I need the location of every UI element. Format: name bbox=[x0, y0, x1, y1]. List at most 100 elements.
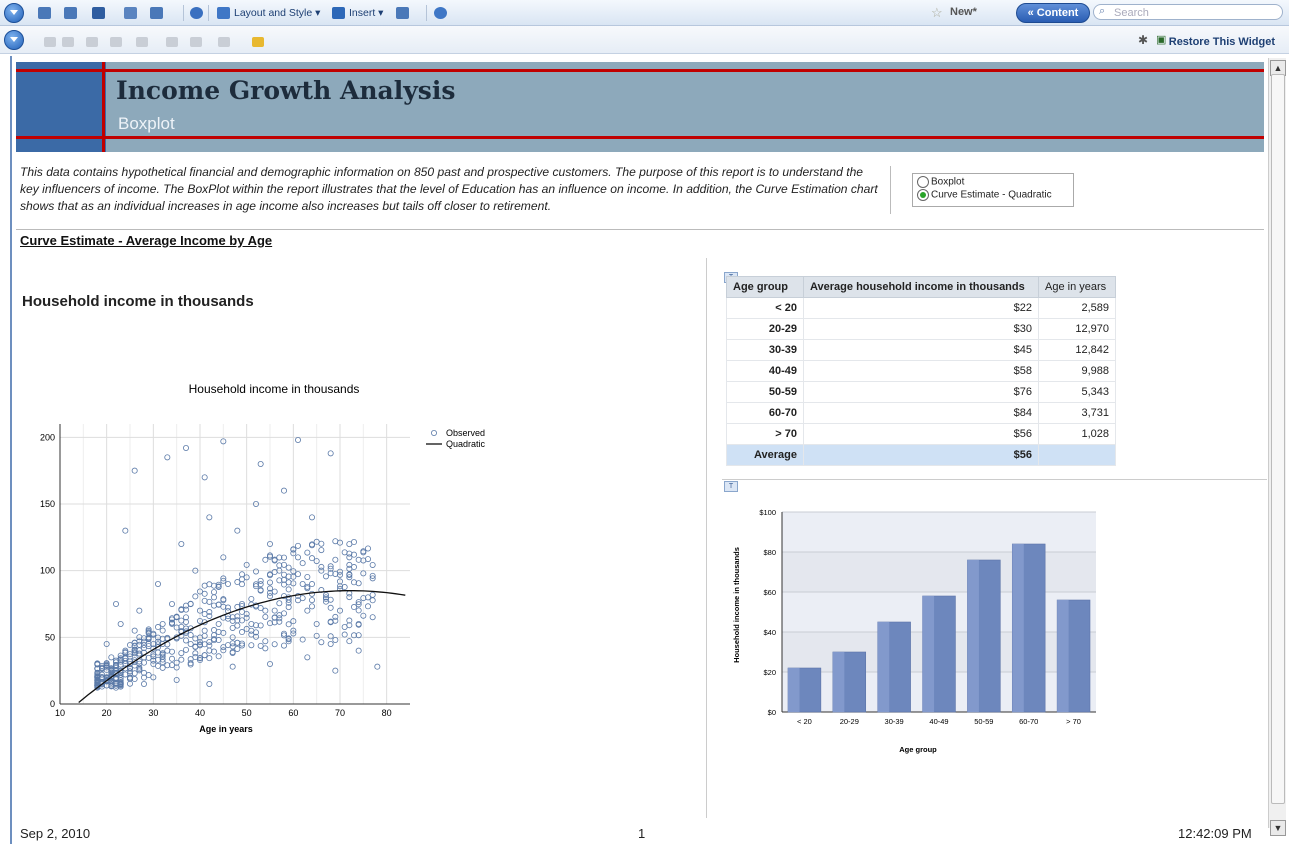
x-tick-label: 10 bbox=[55, 708, 65, 718]
save-icon[interactable] bbox=[92, 7, 105, 19]
observed-point bbox=[154, 580, 161, 587]
divider bbox=[706, 258, 707, 818]
observed-point bbox=[369, 597, 376, 604]
x-tick-label: 50-59 bbox=[974, 717, 993, 726]
observed-point bbox=[182, 637, 189, 644]
observed-point bbox=[271, 607, 278, 614]
x-tick-label: > 70 bbox=[1066, 717, 1081, 726]
calculation-icon[interactable] bbox=[190, 37, 202, 47]
y-tick-label: 200 bbox=[40, 432, 55, 442]
observed-point bbox=[304, 607, 311, 614]
table-icon[interactable] bbox=[166, 37, 178, 47]
observed-point bbox=[164, 454, 171, 461]
observed-point bbox=[229, 643, 236, 650]
observed-point bbox=[136, 607, 143, 614]
observed-point bbox=[285, 586, 292, 593]
vertical-scrollbar[interactable]: ▲ ▼ bbox=[1268, 58, 1286, 836]
help-icon[interactable] bbox=[434, 7, 447, 19]
restore-widget-link[interactable]: Restore This Widget bbox=[1169, 36, 1275, 48]
table-cell: Average bbox=[726, 444, 804, 466]
observed-point bbox=[229, 624, 236, 631]
y-tick-label: 150 bbox=[40, 499, 55, 509]
bar-highlight bbox=[877, 622, 890, 712]
table-cell: $56 bbox=[803, 444, 1039, 466]
radio-curve-estimate[interactable]: Curve Estimate - Quadratic bbox=[917, 189, 1052, 201]
observed-point bbox=[350, 551, 357, 558]
scroll-thumb[interactable] bbox=[1271, 74, 1285, 804]
observed-point bbox=[187, 600, 194, 607]
observed-point bbox=[210, 627, 217, 634]
share-icon[interactable] bbox=[396, 7, 409, 19]
sort-icon[interactable] bbox=[110, 37, 122, 47]
refresh-icon[interactable] bbox=[190, 7, 203, 19]
gear-icon[interactable]: ✱ bbox=[1138, 33, 1148, 47]
radio-selected-icon bbox=[917, 189, 929, 201]
table-row: 40-49 $58 9,988 bbox=[726, 360, 1116, 382]
divider bbox=[16, 229, 1264, 230]
undo-icon[interactable] bbox=[44, 37, 56, 47]
banner-rule-vertical bbox=[102, 62, 105, 152]
restore-icon: ▣ bbox=[1156, 34, 1167, 46]
export-icon[interactable] bbox=[150, 7, 163, 19]
insert-menu[interactable]: Insert ▾ bbox=[349, 7, 383, 19]
x-axis-label: Age group bbox=[899, 745, 937, 754]
chart-toggle-icon[interactable]: T bbox=[724, 481, 738, 492]
folder-icon[interactable] bbox=[64, 7, 77, 19]
observed-point bbox=[350, 579, 357, 586]
observed-point bbox=[122, 527, 129, 534]
y-tick-label: $20 bbox=[763, 668, 776, 677]
x-tick-label: 30-39 bbox=[885, 717, 904, 726]
layout-style-menu[interactable]: Layout and Style ▾ bbox=[234, 7, 320, 19]
observed-point bbox=[276, 600, 283, 607]
table-cell: 12,842 bbox=[1038, 339, 1116, 361]
format-icon[interactable] bbox=[218, 37, 230, 47]
observed-point bbox=[262, 645, 269, 652]
widget-menu-button[interactable] bbox=[4, 30, 24, 50]
email-icon[interactable] bbox=[124, 7, 137, 19]
observed-point bbox=[252, 568, 259, 575]
bar-highlight bbox=[967, 560, 979, 712]
observed-point bbox=[154, 624, 161, 631]
filter-icon[interactable] bbox=[86, 37, 98, 47]
column-header[interactable]: Age group bbox=[726, 276, 804, 298]
observed-point bbox=[355, 647, 362, 654]
content-button[interactable]: « Content bbox=[1016, 3, 1090, 23]
observed-point bbox=[238, 629, 245, 636]
column-header[interactable]: Age in years bbox=[1038, 276, 1116, 298]
observed-point bbox=[159, 620, 166, 627]
observed-point bbox=[178, 650, 185, 657]
report-banner: Income Growth Analysis Boxplot bbox=[16, 62, 1264, 152]
scroll-down-icon[interactable]: ▼ bbox=[1270, 820, 1286, 836]
highlight-icon[interactable] bbox=[252, 37, 264, 47]
radio-boxplot[interactable]: Boxplot bbox=[917, 176, 964, 188]
table-cell: < 20 bbox=[726, 297, 804, 319]
observed-point bbox=[238, 571, 245, 578]
report-title: Income Growth Analysis bbox=[116, 76, 456, 105]
menu-button[interactable] bbox=[4, 3, 24, 23]
table-average-row: Average $56 bbox=[726, 444, 1116, 466]
observed-point bbox=[308, 514, 315, 521]
report-subtitle: Boxplot bbox=[118, 114, 175, 133]
search-input[interactable]: Search bbox=[1093, 4, 1283, 20]
redo-icon[interactable] bbox=[62, 37, 74, 47]
table-cell: 2,589 bbox=[1038, 297, 1116, 319]
scatter-title: Household income in thousands bbox=[189, 382, 360, 396]
legend-observed-label: Observed bbox=[446, 428, 485, 438]
observed-point bbox=[304, 573, 311, 580]
observed-point bbox=[318, 639, 325, 646]
radio-label: Curve Estimate - Quadratic bbox=[931, 189, 1052, 201]
column-header[interactable]: Average household income in thousands bbox=[803, 276, 1039, 298]
observed-point bbox=[215, 620, 222, 627]
group-icon[interactable] bbox=[136, 37, 148, 47]
table-cell: 5,343 bbox=[1038, 381, 1116, 403]
observed-point bbox=[350, 564, 357, 571]
observed-point bbox=[355, 607, 362, 614]
bar-highlight bbox=[1057, 600, 1069, 712]
new-button[interactable]: New* bbox=[950, 6, 977, 18]
observed-point bbox=[117, 620, 124, 627]
y-tick-label: $60 bbox=[763, 588, 776, 597]
observed-point bbox=[350, 604, 357, 611]
table-cell: 50-59 bbox=[726, 381, 804, 403]
x-tick-label: 80 bbox=[382, 708, 392, 718]
open-icon[interactable] bbox=[38, 7, 51, 19]
